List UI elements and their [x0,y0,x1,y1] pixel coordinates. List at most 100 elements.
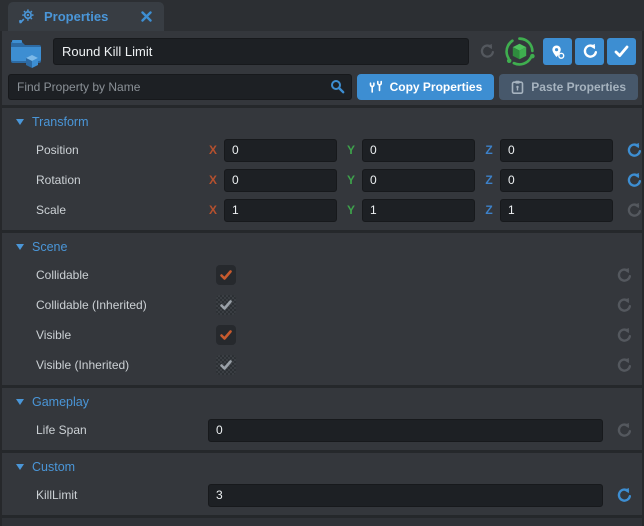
axis-x-label: X [208,143,218,157]
scale-z-input[interactable] [500,199,613,222]
properties-window: Properties [0,0,644,526]
scale-z-group: Z [484,199,613,222]
section-gameplay: Gameplay Life Span [2,385,642,450]
copy-properties-label: Copy Properties [390,80,483,94]
property-label: Life Span [36,423,208,437]
section-custom-header[interactable]: Custom [2,453,642,480]
paste-properties-button[interactable]: Paste Properties [499,74,638,100]
chevron-down-icon [16,119,24,125]
property-row-collidable-inherited: Collidable (Inherited) [2,290,642,320]
object-action-buttons [543,38,636,65]
visible-checkbox[interactable] [216,325,236,345]
reset-collidable-button[interactable] [612,264,634,286]
position-x-group: X [208,139,337,162]
property-row-kill-limit: KillLimit [2,480,642,510]
group-folder-icon [8,35,46,69]
close-icon[interactable] [141,11,152,22]
property-row-collidable: Collidable [2,260,642,290]
position-z-input[interactable] [500,139,613,162]
kill-limit-input[interactable] [208,484,603,507]
reset-kill-limit-button[interactable] [612,484,634,506]
tab-properties[interactable]: Properties [8,2,164,31]
rotation-y-group: Y [346,169,475,192]
property-label: Position [36,143,208,157]
property-row-scale: Scale X Y Z [2,195,642,225]
copy-tools-icon [369,80,383,94]
chevron-down-icon [16,464,24,470]
tab-label: Properties [44,9,132,24]
reset-all-button[interactable] [575,38,604,65]
properties-toolbar: Copy Properties Paste Properties [2,72,642,105]
axis-z-label: Z [484,143,494,157]
property-row-rotation: Rotation X Y Z [2,165,642,195]
property-label: Rotation [36,173,208,187]
section-transform-header[interactable]: Transform [2,108,642,135]
paste-properties-label: Paste Properties [531,80,626,94]
section-title: Transform [32,115,89,129]
object-header-row [2,31,642,72]
rotation-z-input[interactable] [500,169,613,192]
collidable-inherited-checkbox [216,295,236,315]
section-scene-header[interactable]: Scene [2,233,642,260]
property-label: Visible (Inherited) [36,358,208,372]
axis-x-label: X [208,203,218,217]
life-span-input[interactable] [208,419,603,442]
reset-scale-button[interactable] [622,199,644,221]
axis-y-label: Y [346,173,356,187]
collidable-checkbox[interactable] [216,265,236,285]
life-span-field-wrap [208,419,603,442]
property-row-visible: Visible [2,320,642,350]
section-scene: Scene Collidable Collidable (Inherited) [2,230,642,385]
position-z-group: Z [484,139,613,162]
chevron-down-icon [16,244,24,250]
rotation-x-group: X [208,169,337,192]
property-label: Collidable [36,268,208,282]
confirm-check-button[interactable] [607,38,636,65]
reset-position-button[interactable] [622,139,644,161]
scale-y-input[interactable] [362,199,475,222]
scale-x-group: X [208,199,337,222]
locate-pin-button[interactable] [543,38,572,65]
position-y-group: Y [346,139,475,162]
reset-visible-inherited-button[interactable] [612,354,634,376]
axis-y-label: Y [346,143,356,157]
reset-life-span-button[interactable] [612,419,634,441]
property-label: Visible [36,328,208,342]
scale-y-group: Y [346,199,475,222]
property-label: Scale [36,203,208,217]
copy-properties-button[interactable]: Copy Properties [357,74,495,100]
name-reset-icon[interactable] [476,42,496,62]
rotation-x-input[interactable] [224,169,337,192]
property-row-visible-inherited: Visible (Inherited) [2,350,642,380]
section-title: Gameplay [32,395,89,409]
reset-rotation-button[interactable] [622,169,644,191]
axis-z-label: Z [484,173,494,187]
scale-x-input[interactable] [224,199,337,222]
chevron-down-icon [16,399,24,405]
reset-collidable-inherited-button[interactable] [612,294,634,316]
properties-panel: Copy Properties Paste Properties Transf [0,31,644,526]
object-name-input[interactable] [53,38,469,65]
networked-icon [503,35,536,68]
section-gameplay-header[interactable]: Gameplay [2,388,642,415]
tab-bar: Properties [0,0,644,31]
search-field-wrap [8,74,352,100]
position-y-input[interactable] [362,139,475,162]
section-title: Scene [32,240,67,254]
property-row-position: Position X Y Z [2,135,642,165]
search-icon [330,79,345,94]
rotation-y-input[interactable] [362,169,475,192]
section-title: Custom [32,460,75,474]
find-property-input[interactable] [8,74,352,100]
rotation-z-group: Z [484,169,613,192]
section-transform: Transform Position X Y Z [2,105,642,230]
tools-gear-icon [18,8,35,25]
clipboard-icon [511,80,524,94]
reset-visible-button[interactable] [612,324,634,346]
property-label: Collidable (Inherited) [36,298,208,312]
section-custom: Custom KillLimit [2,450,642,515]
property-row-life-span: Life Span [2,415,642,445]
kill-limit-field-wrap [208,484,603,507]
position-x-input[interactable] [224,139,337,162]
axis-y-label: Y [346,203,356,217]
